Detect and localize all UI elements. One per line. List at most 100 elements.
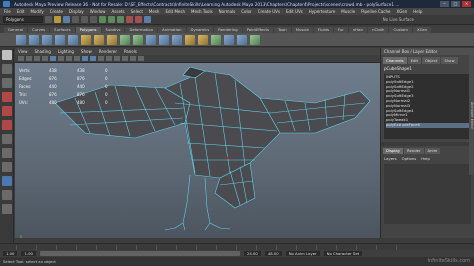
save-scene-icon[interactable] (63, 16, 70, 23)
resolution-gate-icon[interactable] (66, 56, 72, 61)
select-tool-icon[interactable] (2, 50, 12, 60)
extrude-icon[interactable] (159, 34, 169, 45)
image-plane-icon[interactable] (42, 56, 48, 61)
xray-icon[interactable] (130, 56, 136, 61)
menu-edit-uvs[interactable]: Edit UVs (286, 9, 303, 14)
menu-file[interactable]: File (4, 9, 11, 14)
render-settings-icon[interactable] (144, 16, 151, 23)
menu-create[interactable]: Create (50, 9, 63, 14)
time-slider[interactable] (0, 243, 474, 250)
menu-mesh[interactable]: Mesh (149, 9, 160, 14)
menu-mesh-tools[interactable]: Mesh Tools (191, 9, 213, 14)
gate-mask-icon[interactable] (74, 56, 80, 61)
menu-hypertexture[interactable]: Hypertexture (309, 9, 335, 14)
playback-start-field[interactable]: 1.00 (21, 251, 36, 256)
last-tool-icon[interactable] (2, 134, 12, 144)
hypershade-layout-icon[interactable] (2, 204, 12, 214)
smooth-icon[interactable] (146, 34, 156, 45)
channel-menu-object[interactable]: Object (421, 57, 441, 64)
layer-menu-help[interactable]: Help (421, 156, 430, 161)
render-current-icon[interactable] (126, 16, 133, 23)
shadows-icon[interactable] (122, 56, 128, 61)
open-scene-icon[interactable] (54, 16, 61, 23)
uv-editor-icon[interactable] (250, 34, 260, 45)
use-all-lights-icon[interactable] (114, 56, 120, 61)
poly-cylinder-icon[interactable] (42, 34, 52, 45)
new-scene-icon[interactable] (45, 16, 52, 23)
maximize-button[interactable]: □ (451, 1, 460, 7)
layer-list[interactable] (384, 164, 471, 224)
snap-curve-icon[interactable] (108, 16, 115, 23)
isolate-select-icon[interactable] (138, 56, 144, 61)
start-time-field[interactable]: 1.00 (3, 251, 18, 256)
move-tool-icon[interactable] (2, 92, 12, 102)
menu-window[interactable]: Window (90, 9, 106, 14)
channel-menu-edit[interactable]: Edit (407, 57, 421, 64)
booleans-icon[interactable] (133, 34, 143, 45)
viewport-menu-view[interactable]: View (18, 49, 28, 54)
menu-edit[interactable]: Edit (17, 9, 25, 14)
shape-node-title[interactable]: pCubeShape1 (381, 64, 474, 73)
layer-menu-layers[interactable]: Layers (384, 156, 397, 161)
viewport-menu-lighting[interactable]: Lighting (58, 49, 74, 54)
menu-muscle[interactable]: Muscle (341, 9, 355, 14)
merge-vertex-icon[interactable] (224, 34, 234, 45)
split-polygon-icon[interactable] (198, 34, 208, 45)
wireframe-on-shaded-icon[interactable] (98, 56, 104, 61)
viewport-menu-shading[interactable]: Shading (35, 49, 51, 54)
layer-tab-render[interactable]: Render (404, 148, 424, 154)
channel-menu-channels[interactable]: Channels (383, 57, 407, 64)
separate-icon[interactable] (107, 34, 117, 45)
minimize-button[interactable]: – (440, 1, 449, 7)
append-polygon-icon[interactable] (185, 34, 195, 45)
lasso-tool-icon[interactable] (2, 64, 12, 74)
menu-color[interactable]: Color (241, 9, 251, 14)
smooth-shade-icon[interactable] (90, 56, 96, 61)
menu-xgen[interactable]: XGen (396, 9, 407, 14)
channel-menu-show[interactable]: Show (441, 57, 458, 64)
viewport-menu-panels[interactable]: Panels (124, 49, 137, 54)
bridge-icon[interactable] (172, 34, 182, 45)
select-by-component-icon[interactable] (90, 16, 97, 23)
menu-normals[interactable]: Normals (219, 9, 236, 14)
playback-end-field[interactable]: 24.00 (243, 251, 261, 256)
single-perspective-layout-icon[interactable] (2, 148, 12, 158)
viewport-menu-show[interactable]: Show (81, 49, 92, 54)
camera-select-icon[interactable] (18, 56, 24, 61)
menu-create-uvs[interactable]: Create UVs (258, 9, 280, 14)
menu-display[interactable]: Display (69, 9, 84, 14)
menu-select[interactable]: Select (131, 9, 143, 14)
poly-cone-icon[interactable] (55, 34, 65, 45)
menu-pipeline-cache[interactable]: Pipeline Cache (361, 9, 390, 14)
viewport-menu-renderer[interactable]: Renderer (99, 49, 117, 54)
extract-icon[interactable] (120, 34, 130, 45)
poly-plane-icon[interactable] (68, 34, 78, 45)
layer-tab-anim[interactable]: Anim (424, 148, 441, 154)
menu-set-dropdown[interactable]: Polygons (3, 16, 43, 23)
rotate-tool-icon[interactable] (2, 106, 12, 116)
textured-icon[interactable] (106, 56, 112, 61)
camera-attributes-icon[interactable] (26, 56, 32, 61)
wireframe-icon[interactable] (82, 56, 88, 61)
range-slider-bar[interactable] (39, 251, 240, 256)
outliner-layout-icon[interactable] (2, 176, 12, 186)
poly-cube-icon[interactable] (29, 34, 39, 45)
combine-icon[interactable] (94, 34, 104, 45)
layer-menu-options[interactable]: Options (402, 156, 417, 161)
poly-torus-icon[interactable] (81, 34, 91, 45)
end-time-field[interactable]: 48.00 (264, 251, 282, 256)
four-view-layout-icon[interactable] (2, 162, 12, 172)
insert-edge-loop-icon[interactable] (211, 34, 221, 45)
character-set-dropdown[interactable]: No Character Set (323, 251, 363, 256)
layer-tab-display[interactable]: Display (383, 148, 403, 154)
film-gate-icon[interactable] (58, 56, 64, 61)
paint-select-tool-icon[interactable] (2, 78, 12, 88)
select-by-object-icon[interactable] (81, 16, 88, 23)
bookmark-icon[interactable] (34, 56, 40, 61)
anim-layer-dropdown[interactable]: No Anim Layer (285, 251, 320, 256)
snap-grid-icon[interactable] (99, 16, 106, 23)
planar-mapping-icon[interactable] (237, 34, 247, 45)
grid-toggle-icon[interactable] (50, 56, 56, 61)
menu-assets[interactable]: Assets (112, 9, 125, 14)
scale-tool-icon[interactable] (2, 120, 12, 130)
